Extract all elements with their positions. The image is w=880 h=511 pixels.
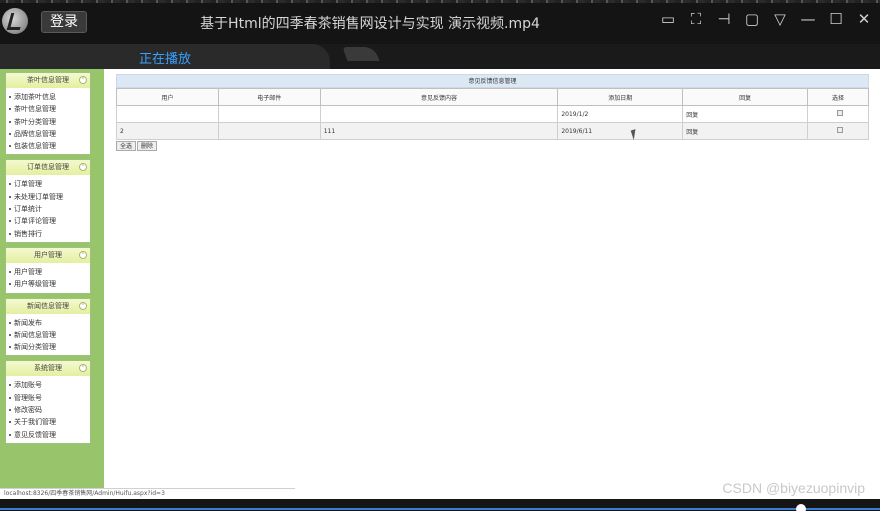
sidebar-menu-item[interactable]: 新闻信息管理 [6,329,90,341]
sidebar-menu-item[interactable]: 修改密码 [6,404,90,416]
sidebar-menu-item[interactable]: 意见反馈管理 [6,429,90,441]
menu-group: 用户管理 ⌃ 用户管理 用户等级管理 [5,246,91,294]
player-logo-icon[interactable] [2,8,28,34]
cell-select [807,122,869,140]
column-header-email: 电子邮件 [217,88,321,106]
tab-playlist[interactable] [342,47,380,61]
select-all-button[interactable]: 全选 [116,141,137,151]
menu-group-header[interactable]: 系统管理 ⌃ [6,361,90,377]
sidebar-menu-item[interactable]: 销售排行 [6,228,90,240]
menu-group: 新闻信息管理 ⌃ 新闻发布 新闻信息管理 新闻分类管理 [5,297,91,357]
row-checkbox[interactable] [836,110,843,116]
table-row: 2 111 2019/6/11 回复 [116,122,869,140]
table-header-row: 用户 电子邮件 意见反馈内容 添加日期 回复 选择 [116,88,869,106]
maximize-icon[interactable]: ☐ [828,11,844,27]
cell-user [116,105,219,123]
sidebar-menu-item[interactable]: 添加茶叶信息 [6,91,90,103]
menu-group-title: 用户管理 [34,250,62,259]
menu-group-title: 新闻信息管理 [27,301,69,310]
video-player: 登录 基于Html的四季春茶销售网设计与实现 演示视频.mp4 ▭ ⛶ ⊣ ▢ … [0,0,880,511]
tab-now-playing-label: 正在播放 [138,52,191,67]
login-button[interactable]: 登录 [41,11,87,33]
column-header-reply: 回复 [682,88,809,106]
cell-date: 2019/1/2 [557,105,684,123]
sidebar-menu-item[interactable]: 添加账号 [6,379,90,391]
sidebar-menu-item[interactable]: 用户等级管理 [6,278,90,290]
delete-button[interactable]: 删除 [137,141,158,151]
table-title: 意见反馈信息管理 [116,74,869,88]
sidebar-menu-item[interactable]: 品牌信息管理 [6,128,90,140]
menu-group-title: 系统管理 [34,364,62,373]
cell-email [217,105,321,123]
column-header-feedback: 意见反馈内容 [319,88,559,106]
folder-icon[interactable]: ▢ [744,11,760,27]
sidebar-menu-item[interactable]: 新闻分类管理 [6,341,90,353]
dropdown-icon[interactable]: ▽ [772,11,788,27]
menu-group-title: 茶叶信息管理 [27,76,69,84]
menu-group: 系统管理 ⌃ 添加账号 管理账号 修改密码 关于我们管理 意见反馈管理 [5,360,91,444]
cell-feedback [319,105,559,123]
sidebar-menu-item[interactable]: 关于我们管理 [6,416,90,428]
column-header-date: 添加日期 [557,88,684,106]
tab-now-playing[interactable]: 正在播放 [0,44,330,69]
sidebar-menu-item[interactable]: 茶叶信息管理 [6,103,90,115]
close-icon[interactable]: ✕ [856,11,872,27]
watermark: CSDN @biyezuopinvip [722,480,865,496]
video-title: 基于Html的四季春茶销售网设计与实现 演示视频.mp4 [200,16,540,32]
pin-icon[interactable]: ⊣ [716,11,732,27]
feedback-table: 用户 电子邮件 意见反馈内容 添加日期 回复 选择 2019/1/2 回复 2 … [116,88,869,140]
table-row: 2019/1/2 回复 [116,105,869,123]
row-checkbox[interactable] [836,127,843,133]
menu-group-header[interactable]: 新闻信息管理 ⌃ [6,298,90,314]
sidebar-menu-item[interactable]: 新闻发布 [6,317,90,329]
admin-sidebar: 茶叶信息管理 ⌃ 添加茶叶信息 茶叶信息管理 茶叶分类管理 品牌信息管理 包装信息管理 订单信… [0,69,104,488]
cell-user: 2 [116,122,219,140]
cell-feedback: 111 [319,122,559,140]
column-header-user: 用户 [116,88,219,106]
window-controls: ▭ ⛶ ⊣ ▢ ▽ — ☐ ✕ [660,11,872,27]
tab-bar: 正在播放 [0,44,880,69]
sidebar-menu-item[interactable]: 包装信息管理 [6,140,90,152]
table-actions: 全选 删除 [116,141,869,151]
cell-email [217,122,321,140]
menu-group-header[interactable]: 用户管理 ⌃ [6,247,90,263]
player-titlebar: 登录 基于Html的四季春茶销售网设计与实现 演示视频.mp4 ▭ ⛶ ⊣ ▢ … [0,0,880,44]
sidebar-menu-item[interactable]: 订单评论管理 [6,215,90,227]
sidebar-menu-item[interactable]: 订单统计 [6,203,90,215]
menu-group-header[interactable]: 订单信息管理 ⌃ [6,160,90,176]
sidebar-menu-item[interactable]: 订单管理 [6,178,90,190]
menu-group: 订单信息管理 ⌃ 订单管理 未处理订单管理 订单统计 订单评论管理 销售排行 [5,159,91,243]
collapse-chevron-icon[interactable]: ⌃ [79,301,87,310]
cell-date: 2019/6/11 [557,122,684,140]
feedback-panel: 意见反馈信息管理 用户 电子邮件 意见反馈内容 添加日期 回复 选择 2019/… [116,74,869,151]
collapse-chevron-icon[interactable]: ⌃ [79,250,87,259]
cell-select [807,105,869,123]
collapse-chevron-icon[interactable]: ⌃ [79,76,87,84]
browser-status-url: localhost:8326/四季春茶销售网/Admin/Huifu.aspx?… [0,488,295,499]
fullscreen-icon[interactable]: ⛶ [688,11,704,27]
reply-link[interactable]: 回复 [682,105,809,123]
collapse-chevron-icon[interactable]: ⌃ [79,364,87,373]
snapshot-icon[interactable]: ▭ [660,11,676,27]
video-frame: 茶叶信息管理 ⌃ 添加茶叶信息 茶叶信息管理 茶叶分类管理 品牌信息管理 包装信息管理 订单信… [0,69,880,499]
minimize-icon[interactable]: — [800,11,816,27]
playback-progress-bar[interactable] [0,499,880,511]
collapse-chevron-icon[interactable]: ⌃ [79,163,87,172]
progress-track [0,508,880,510]
sidebar-menu-item[interactable]: 管理账号 [6,392,90,404]
progress-handle[interactable] [795,504,806,511]
menu-group: 茶叶信息管理 ⌃ 添加茶叶信息 茶叶信息管理 茶叶分类管理 品牌信息管理 包装信息管理 [5,72,91,156]
sidebar-menu-item[interactable]: 未处理订单管理 [6,191,90,203]
reply-link[interactable]: 回复 [682,122,809,140]
sidebar-menu-item[interactable]: 茶叶分类管理 [6,116,90,128]
sidebar-menu-item[interactable]: 用户管理 [6,266,90,278]
column-header-select: 选择 [807,88,869,106]
menu-group-header[interactable]: 茶叶信息管理 ⌃ [6,73,90,88]
menu-group-title: 订单信息管理 [27,163,69,172]
